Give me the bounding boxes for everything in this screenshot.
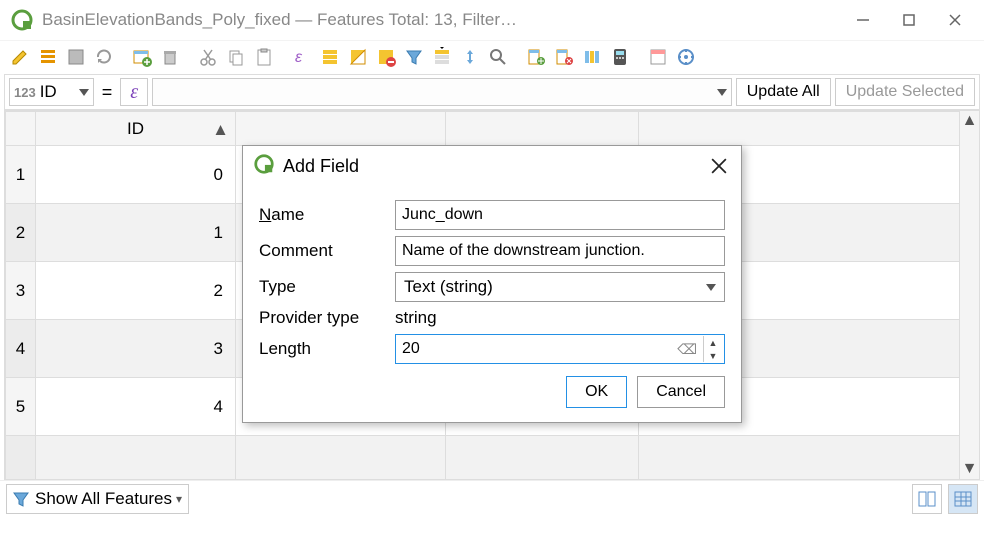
provider-type-label: Provider type <box>259 308 385 328</box>
field-calculator-icon[interactable] <box>608 45 632 69</box>
show-all-features-button[interactable]: Show All Features ▾ <box>6 484 189 514</box>
column-header-id[interactable]: ID▲ <box>36 112 236 146</box>
name-input[interactable] <box>395 200 725 230</box>
minimize-button[interactable] <box>840 4 886 36</box>
field-calc-bar: 123 ID = ε Update All Update Selected <box>4 74 980 110</box>
column-header[interactable] <box>236 112 446 146</box>
comment-input[interactable] <box>395 236 725 266</box>
move-selection-to-top-icon[interactable] <box>430 45 454 69</box>
funnel-icon <box>11 489 31 509</box>
maximize-button[interactable] <box>886 4 932 36</box>
qgis-icon <box>10 8 34 32</box>
clear-icon[interactable]: ⌫ <box>671 341 703 358</box>
pan-to-selected-icon[interactable] <box>458 45 482 69</box>
deselect-all-icon[interactable] <box>374 45 398 69</box>
save-edits-icon[interactable] <box>64 45 88 69</box>
status-bar: Show All Features ▾ <box>0 480 984 516</box>
column-header[interactable] <box>639 112 979 146</box>
delete-field-icon[interactable] <box>552 45 576 69</box>
field-select[interactable]: 123 ID <box>9 78 94 106</box>
length-spinbox[interactable]: ⌫ ▲ ▼ <box>395 334 725 364</box>
vertical-scrollbar[interactable]: ▲ ▼ <box>959 111 979 479</box>
type-select[interactable]: Text (string) <box>395 272 725 302</box>
equals-label: = <box>98 82 117 103</box>
update-all-button[interactable]: Update All <box>736 78 831 106</box>
column-header[interactable] <box>446 112 639 146</box>
zoom-to-selected-icon[interactable] <box>486 45 510 69</box>
cancel-button[interactable]: Cancel <box>637 376 725 408</box>
conditional-formatting-icon[interactable] <box>646 45 670 69</box>
provider-type-value: string <box>395 308 437 328</box>
chevron-down-icon <box>717 89 727 96</box>
dialog-close-button[interactable] <box>707 154 731 178</box>
table-view-button[interactable] <box>948 484 978 514</box>
length-label: Length <box>259 339 385 359</box>
invert-selection-icon[interactable] <box>346 45 370 69</box>
delete-feature-icon[interactable] <box>158 45 182 69</box>
add-field-dialog: Add Field Name Comment Type Text (string… <box>242 145 742 423</box>
scroll-up-icon[interactable]: ▲ <box>960 111 979 131</box>
update-selected-button[interactable]: Update Selected <box>835 78 975 106</box>
spin-down-icon[interactable]: ▼ <box>704 349 722 362</box>
cut-icon[interactable] <box>196 45 220 69</box>
edit-pencil-icon[interactable] <box>8 45 32 69</box>
sort-ascending-icon: ▲ <box>212 120 229 140</box>
window-title: BasinElevationBands_Poly_fixed — Feature… <box>42 10 840 30</box>
filter-selection-icon[interactable] <box>402 45 426 69</box>
comment-label: Comment <box>259 241 385 261</box>
reload-icon[interactable] <box>92 45 116 69</box>
form-view-button[interactable] <box>912 484 942 514</box>
type-label: Type <box>259 277 385 297</box>
name-label: Name <box>259 205 385 225</box>
expression-button[interactable]: ε <box>120 78 148 106</box>
svg-text:ε: ε <box>295 49 303 66</box>
new-field-icon[interactable] <box>524 45 548 69</box>
ok-button[interactable]: OK <box>566 376 627 408</box>
add-feature-icon[interactable] <box>130 45 154 69</box>
expression-select-icon[interactable]: ε <box>290 45 314 69</box>
copy-icon[interactable] <box>224 45 248 69</box>
dialog-title: Add Field <box>283 156 707 177</box>
corner-header[interactable] <box>6 112 36 146</box>
scroll-down-icon[interactable]: ▼ <box>960 459 979 479</box>
expression-input[interactable] <box>152 78 732 106</box>
toolbar: ε <box>0 40 984 72</box>
select-all-icon[interactable] <box>318 45 342 69</box>
actions-icon[interactable] <box>674 45 698 69</box>
close-button[interactable] <box>932 4 978 36</box>
chevron-down-icon <box>79 89 89 96</box>
length-input[interactable] <box>402 340 671 358</box>
multiedit-icon[interactable] <box>36 45 60 69</box>
organize-columns-icon[interactable] <box>580 45 604 69</box>
paste-icon[interactable] <box>252 45 276 69</box>
table-row[interactable] <box>6 436 979 481</box>
qgis-icon <box>253 153 275 180</box>
chevron-down-icon <box>706 284 716 291</box>
spin-up-icon[interactable]: ▲ <box>704 336 722 349</box>
